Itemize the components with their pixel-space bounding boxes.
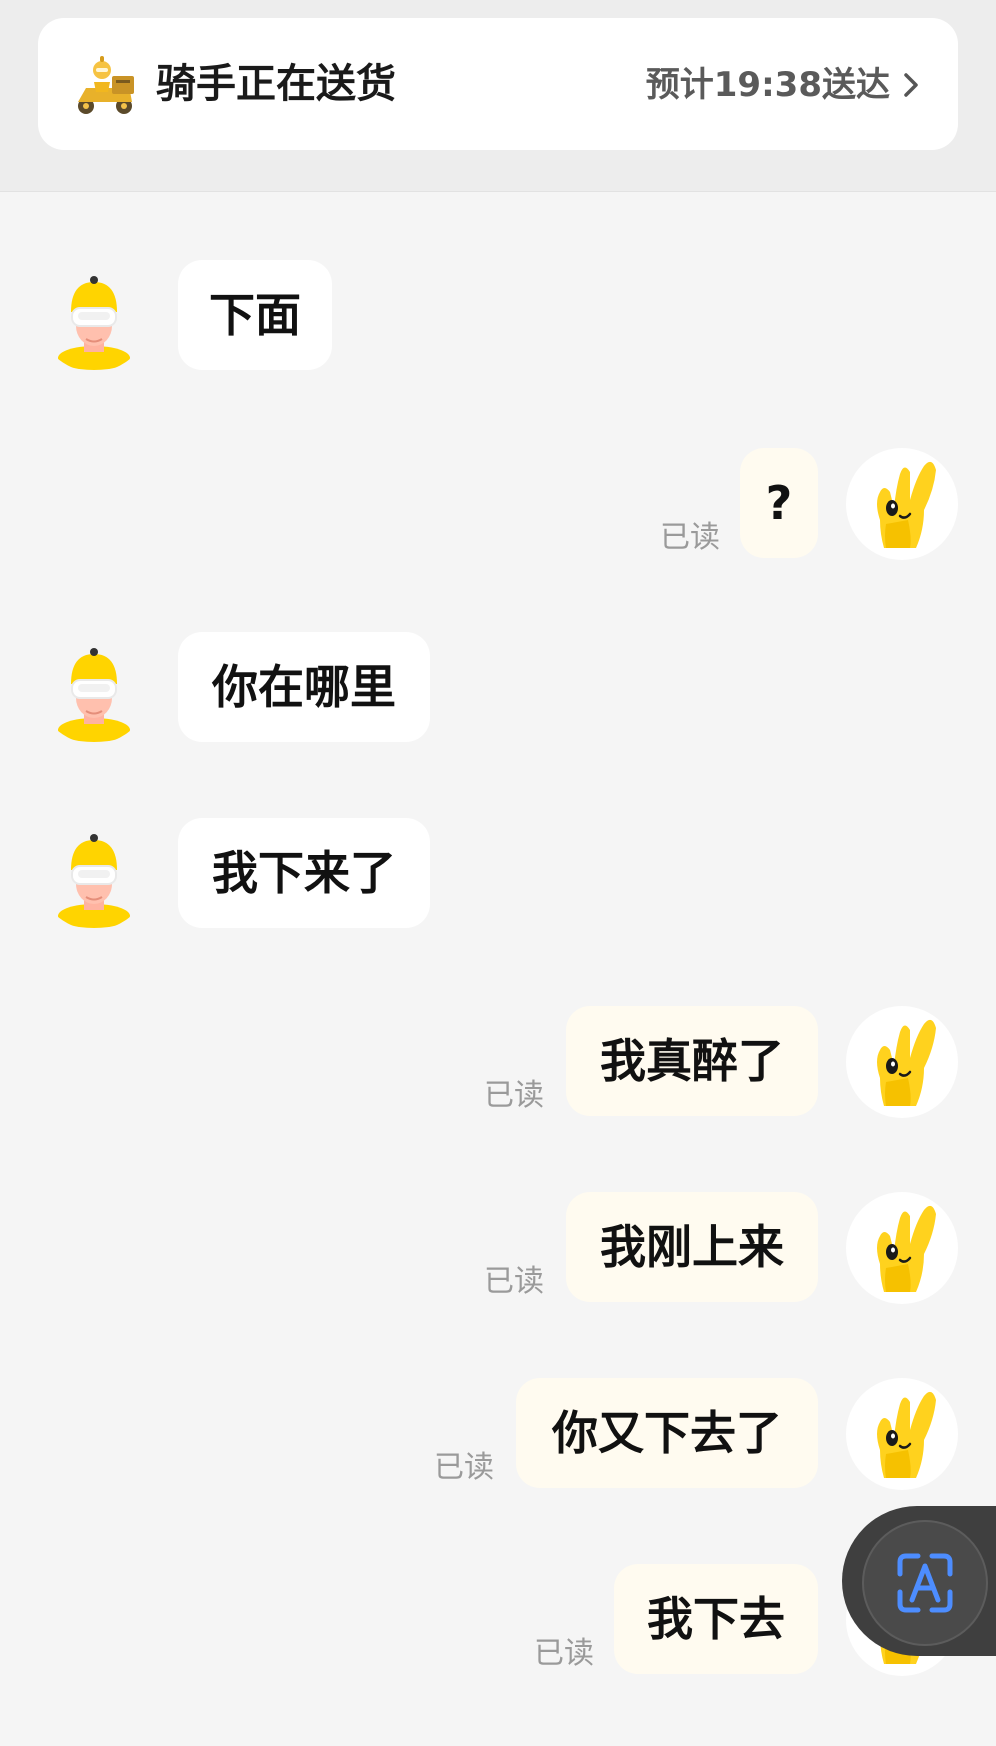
estimated-arrival: 预计19:38送达 [645,65,890,105]
message-bubble[interactable]: 我下去 [614,1564,818,1674]
rider-avatar-icon[interactable] [38,818,150,930]
yellow-hand-avatar-icon[interactable] [846,448,958,560]
read-receipt: 已读 [534,1636,594,1671]
floating-button-ring [862,1520,988,1646]
floating-text-recognition-button[interactable] [842,1506,996,1656]
message-bubble[interactable]: 我刚上来 [566,1192,818,1302]
message-bubble[interactable]: 我下来了 [178,818,430,928]
yellow-hand-avatar-icon[interactable] [846,1192,958,1304]
delivery-scooter-icon [78,56,134,114]
chevron-right-icon [904,73,918,97]
read-receipt: 已读 [484,1078,544,1113]
yellow-hand-avatar-icon[interactable] [846,1378,958,1490]
delivery-status-title: 骑手正在送货 [156,61,396,107]
message-bubble[interactable]: 你又下去了 [516,1378,818,1488]
rider-avatar-icon[interactable] [38,632,150,744]
yellow-hand-avatar-icon[interactable] [846,1006,958,1118]
order-status-bar: 骑手正在送货 预计19:38送达 [0,0,996,192]
delivery-status-card[interactable]: 骑手正在送货 预计19:38送达 [38,18,958,150]
read-receipt: 已读 [434,1450,494,1485]
rider-avatar-icon[interactable] [38,260,150,372]
message-bubble[interactable]: ? [740,448,818,558]
read-receipt: 已读 [484,1264,544,1299]
message-bubble[interactable]: 下面 [178,260,332,370]
message-bubble[interactable]: 我真醉了 [566,1006,818,1116]
read-receipt: 已读 [660,520,720,555]
text-recognition-icon [897,1553,953,1613]
message-bubble[interactable]: 你在哪里 [178,632,430,742]
